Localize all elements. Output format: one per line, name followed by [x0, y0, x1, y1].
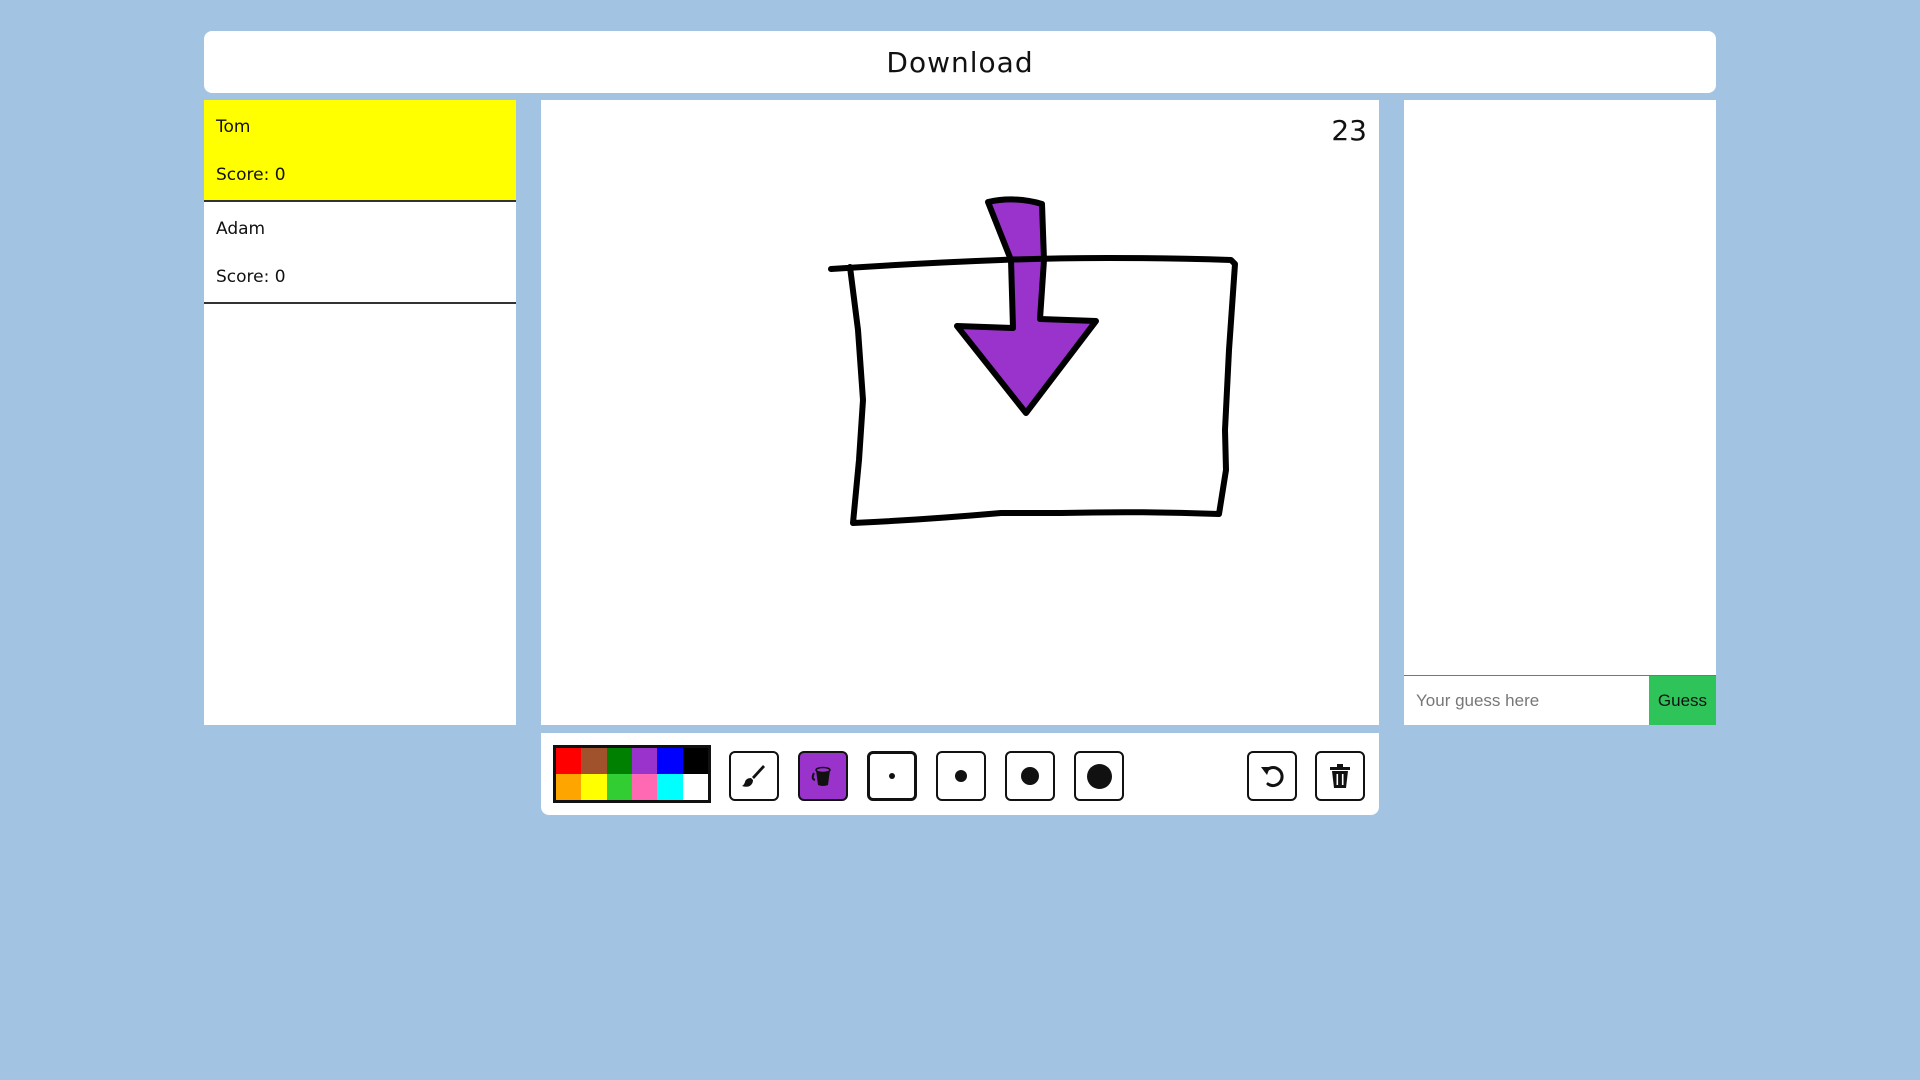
color-swatch-blue[interactable]	[657, 748, 683, 774]
player-name: Tom	[216, 117, 251, 137]
chat-log	[1404, 100, 1716, 675]
guess-form: Guess	[1404, 675, 1716, 725]
word-banner: Download	[204, 31, 1716, 93]
color-swatch-brown[interactable]	[581, 748, 607, 774]
brush-button[interactable]	[729, 751, 779, 801]
chat-panel: Guess	[1404, 100, 1716, 725]
color-swatch-yellow[interactable]	[581, 774, 607, 800]
guess-input[interactable]	[1404, 676, 1649, 725]
fill-bucket-icon	[811, 766, 831, 786]
color-swatch-green[interactable]	[606, 748, 632, 774]
drawing-canvas[interactable]: 23	[541, 100, 1379, 725]
player-list: Tom Score: 0 Adam Score: 0	[204, 100, 516, 725]
color-swatch-lime[interactable]	[606, 774, 632, 800]
color-swatch-purple[interactable]	[632, 748, 658, 774]
clear-button[interactable]	[1315, 751, 1365, 801]
drawing-toolbar	[541, 733, 1379, 815]
color-swatch-red[interactable]	[556, 748, 582, 774]
size-large-button[interactable]	[1005, 751, 1055, 801]
color-swatch-pink[interactable]	[632, 774, 658, 800]
guess-button[interactable]: Guess	[1649, 676, 1716, 725]
size-small-button[interactable]	[867, 751, 917, 801]
color-palette	[553, 745, 711, 803]
size-small-icon	[889, 773, 895, 779]
size-medium-button[interactable]	[936, 751, 986, 801]
size-xlarge-button[interactable]	[1074, 751, 1124, 801]
size-medium-icon	[955, 770, 967, 782]
size-large-icon	[1021, 767, 1039, 785]
player-card: Tom Score: 0	[204, 100, 516, 202]
color-swatch-cyan[interactable]	[657, 774, 683, 800]
trash-icon	[1330, 764, 1350, 788]
arrow-shape	[954, 196, 1099, 416]
color-swatch-orange[interactable]	[556, 774, 582, 800]
player-score: Score: 0	[216, 165, 286, 185]
fill-bucket-button[interactable]	[798, 751, 848, 801]
color-swatch-white[interactable]	[682, 774, 708, 800]
arrow-fill	[961, 200, 988, 201]
player-card: Adam Score: 0	[204, 202, 516, 304]
undo-icon	[1261, 766, 1284, 788]
undo-button[interactable]	[1247, 751, 1297, 801]
drawing	[828, 196, 1238, 526]
brush-icon	[742, 765, 765, 787]
player-name: Adam	[216, 219, 266, 239]
player-score: Score: 0	[216, 267, 286, 287]
round-timer: 23	[1331, 114, 1367, 147]
color-swatch-black[interactable]	[682, 748, 708, 774]
size-xlarge-icon	[1086, 763, 1112, 789]
current-word: Download	[886, 45, 1034, 79]
